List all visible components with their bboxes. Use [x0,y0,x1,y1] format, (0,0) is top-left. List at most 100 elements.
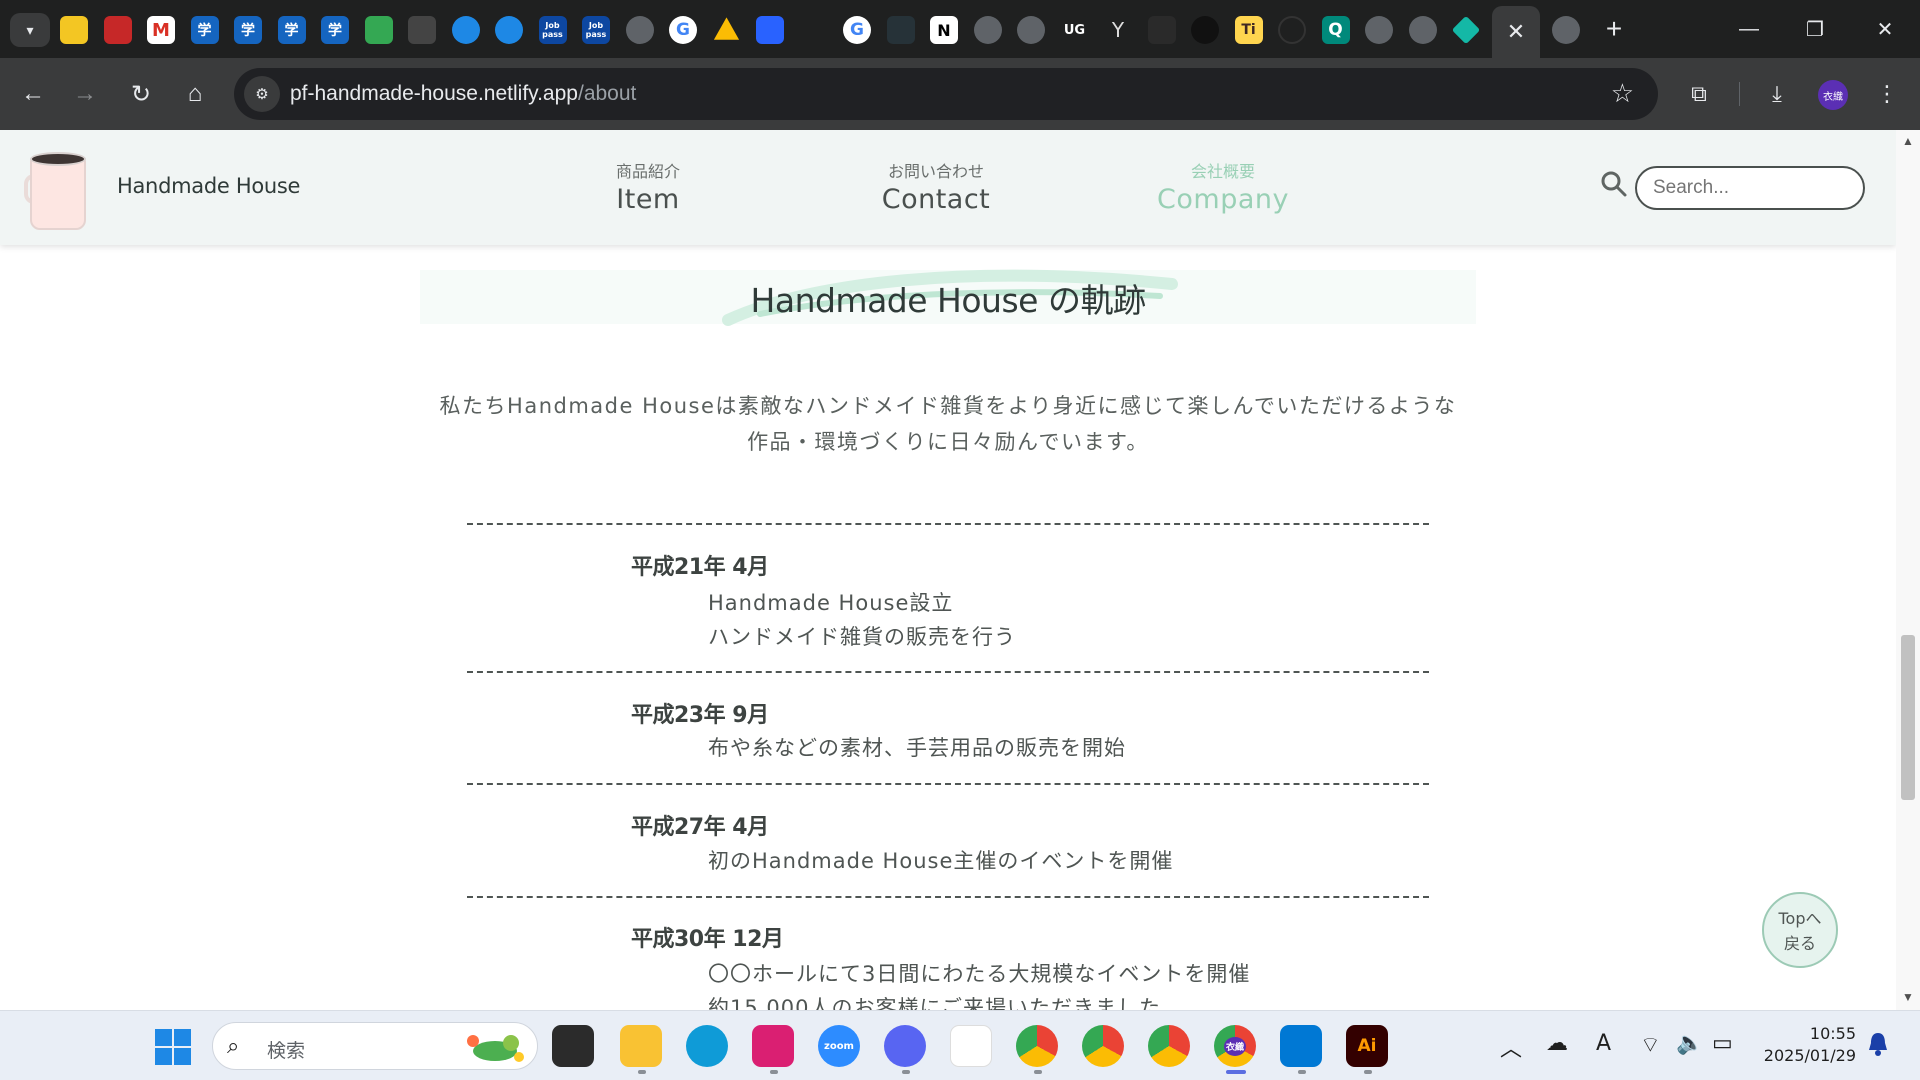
intro-line: 作品・環境づくりに日々励んでいます。 [747,430,1149,454]
site-info-icon[interactable]: ⚙ [244,76,280,112]
bookmark-star-icon[interactable]: ☆ [1611,78,1634,109]
onedrive-icon[interactable]: ☁ [1546,1031,1568,1056]
url-text[interactable]: pf-handmade-house.netlify.app/about [290,82,636,106]
windows-start-icon[interactable] [155,1029,191,1065]
wifi-icon[interactable]: ⌔ [1640,1031,1661,1059]
url-path: /about [577,82,637,105]
back-arrow-icon[interactable]: ← [14,75,52,113]
discord-icon[interactable] [884,1025,926,1067]
edge-browser-icon[interactable] [686,1025,728,1067]
tab-favicon-c-icon[interactable] [495,16,523,44]
file-explorer-icon[interactable] [620,1025,662,1067]
tab-favicon-dash-icon[interactable] [1147,16,1176,44]
minimize-icon[interactable]: — [1726,10,1772,48]
tab-favicon-kanji-icon[interactable]: 学 [190,16,219,44]
intro-text: 私たちHandmade Houseは素敵なハンドメイド雑貨をより身近に感じて楽し… [0,388,1896,460]
slack-icon[interactable] [950,1025,992,1067]
timeline-divider [467,523,1429,525]
mug-logo-icon[interactable] [24,150,100,234]
tab-favicon-jobpass-icon[interactable]: Job pass [538,16,567,44]
tab-favicon-library-icon[interactable] [756,16,784,44]
creative-cloud-icon[interactable] [752,1025,794,1067]
chrome-profile-icon[interactable]: 衣織 [1214,1025,1256,1067]
search-input[interactable] [1635,166,1865,210]
history-date: 平成21年 4月 [631,555,769,580]
site-brand[interactable]: Handmade House [117,174,300,198]
running-indicator [1298,1070,1306,1074]
search-icon: ⌕ [227,1033,240,1058]
forward-arrow-icon[interactable]: → [66,75,104,113]
system-clock[interactable]: 10:55 2025/01/29 [1760,1023,1856,1067]
tab-favicon-github-icon[interactable] [1278,16,1306,44]
volume-muted-icon[interactable]: 🔈 [1676,1031,1703,1056]
tab-favicon-diamond-icon[interactable] [1451,15,1481,45]
kebab-menu-icon[interactable]: ⋮ [1868,75,1906,113]
tab-favicon-google-icon[interactable]: G [843,16,871,44]
illustrator-icon[interactable]: Ai [1346,1025,1388,1067]
restore-icon[interactable]: ❐ [1792,10,1838,48]
tab-favicon-q-icon[interactable]: Q [1321,16,1350,44]
taskbar-search-box[interactable]: ⌕ 検索 [212,1022,538,1070]
tab-favicon-globe-icon[interactable] [973,16,1002,44]
tab-favicon-idol-icon[interactable] [60,16,88,44]
nav-item-contact[interactable]: お問い合わせ Contact [866,158,1006,215]
search-icon[interactable] [1600,170,1628,198]
tab-favicon-drive-icon[interactable] [713,17,740,40]
scroll-up-arrow-icon[interactable]: ▲ [1902,134,1914,148]
back-to-top-button[interactable]: Topへ 戻る [1762,892,1838,968]
tray-overflow-chevron-icon[interactable]: ︿ [1500,1031,1522,1063]
back-to-top-label: 戻る [1783,934,1816,953]
tab-search-chevron-icon[interactable]: ▾ [10,13,50,47]
tab-favicon-globe-icon[interactable] [625,16,654,44]
chrome-icon[interactable] [1148,1025,1190,1067]
tab-favicon-jobpass-icon[interactable]: Job pass [582,16,610,44]
profile-badge: 衣織 [1223,1036,1246,1056]
task-view-icon[interactable] [552,1025,594,1067]
vscode-icon[interactable] [1280,1025,1322,1067]
nav-item-company[interactable]: 会社概要 Company [1150,158,1296,215]
active-tab-close-icon[interactable]: ✕ [1492,6,1540,58]
tab-favicon-x-icon[interactable] [886,16,915,44]
page-viewport: Handmade House 商品紹介 Item お問い合わせ Contact … [0,130,1920,1010]
extensions-puzzle-icon[interactable]: ⧉ [1680,75,1718,113]
tab-favicon-kanji-icon[interactable]: 学 [277,16,306,44]
profile-avatar[interactable]: 衣織 [1818,80,1848,110]
tab-favicon-globe-icon[interactable] [1365,16,1393,44]
tab-favicon-y-icon[interactable]: Y [1104,16,1132,44]
tab-favicon-tree-icon[interactable] [408,16,436,44]
chrome-icon[interactable] [1082,1025,1124,1067]
tab-favicon-globe-icon[interactable] [1017,16,1045,44]
address-bar[interactable]: ⚙ pf-handmade-house.netlify.app/about ☆ [234,68,1658,120]
zoom-app-icon[interactable]: zoom [818,1025,860,1067]
tab-favicon-kanji-icon[interactable]: 学 [321,16,349,44]
chrome-icon[interactable] [1016,1025,1058,1067]
tab-favicon-cat-icon[interactable] [1191,16,1219,44]
tab-favicon-c-icon[interactable] [451,16,480,44]
tab-favicon-kanji-icon[interactable]: 学 [234,16,262,44]
tab-favicon-globe-icon[interactable] [1552,16,1580,44]
nav-item-jp-label: 商品紹介 [615,162,680,181]
history-date: 平成27年 4月 [631,815,769,840]
scrollbar-thumb[interactable] [1901,635,1915,800]
tab-favicon-globe-icon[interactable] [1408,16,1437,44]
page-scrollbar[interactable]: ▲ ▼ [1896,130,1920,1010]
new-tab-button[interactable]: + [1597,12,1631,46]
tab-favicon-stripes-icon[interactable] [103,16,132,44]
home-icon[interactable]: ⌂ [176,75,214,113]
tab-favicon-ug-icon[interactable]: UG [1060,16,1089,44]
download-icon[interactable]: ⤓ [1758,75,1796,113]
battery-icon[interactable]: ▭ [1712,1031,1733,1056]
tab-favicon-chat-icon[interactable] [364,16,393,44]
scroll-down-arrow-icon[interactable]: ▼ [1902,990,1914,1004]
tab-favicon-ti-icon[interactable]: Ti [1234,16,1263,44]
ime-mode-indicator[interactable]: A [1596,1031,1611,1056]
close-window-icon[interactable]: ✕ [1862,10,1908,48]
reload-icon[interactable]: ↻ [122,75,160,113]
tab-favicon-gmail-icon[interactable]: M [147,16,175,44]
tab-favicon-blank-icon[interactable] [800,16,828,44]
notification-bell-icon[interactable] [1867,1031,1889,1057]
running-indicator [1364,1070,1372,1074]
tab-favicon-google-icon[interactable]: G [669,16,697,44]
tab-favicon-notion-icon[interactable]: N [930,16,958,44]
nav-item-item[interactable]: 商品紹介 Item [600,158,696,215]
